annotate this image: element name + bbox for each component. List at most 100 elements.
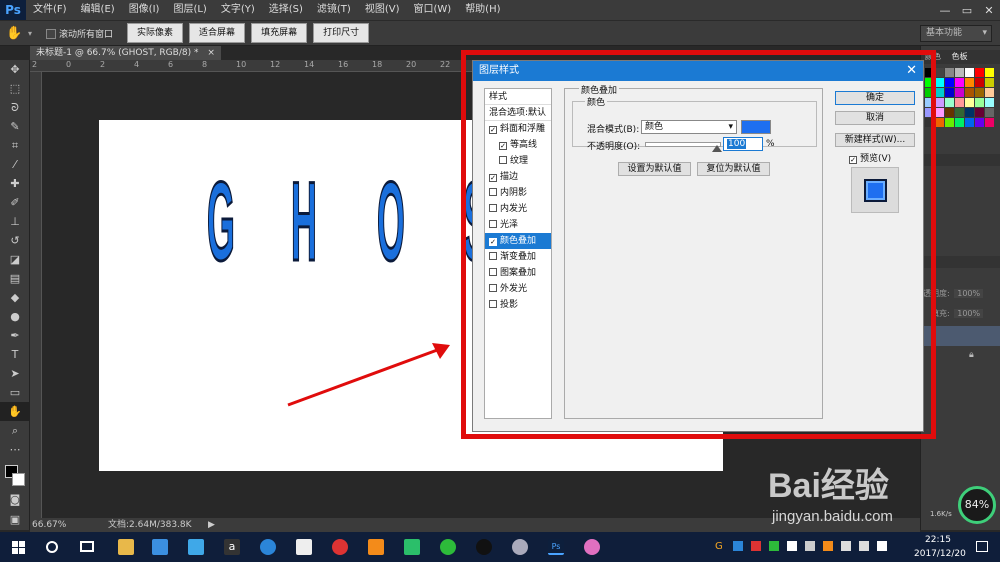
lasso-tool-icon[interactable]: ᘐ [0,98,30,117]
color-swatch[interactable] [975,78,984,87]
menu-edit[interactable]: 编辑(E) [74,0,122,20]
hand-tool-icon[interactable]: ✋ [0,402,30,421]
type-tool-icon[interactable]: T [0,345,30,364]
netease-music-icon[interactable] [332,539,348,555]
color-swatch[interactable] [985,98,994,107]
quick-select-tool-icon[interactable]: ✎ [0,117,30,136]
menu-select[interactable]: 选择(S) [262,0,310,20]
pen-tool-icon[interactable]: ✒ [0,326,30,345]
tray-icon[interactable] [787,541,797,551]
color-swatch[interactable] [965,98,974,107]
volume-tray-icon[interactable] [859,541,869,551]
mail-icon[interactable] [296,539,312,555]
healing-brush-tool-icon[interactable]: ✚ [0,174,30,193]
close-window-button[interactable]: ✕ [978,0,1000,20]
path-select-tool-icon[interactable]: ➤ [0,364,30,383]
color-swatch[interactable] [965,108,974,117]
color-swatch[interactable] [935,108,944,117]
actual-pixels-button[interactable]: 实际像素 [127,23,184,43]
more-tools-icon[interactable]: ⋯ [0,440,30,459]
color-swatch[interactable] [955,68,964,77]
qq-icon[interactable] [476,539,492,555]
tray-icon[interactable] [751,541,761,551]
network-tray-icon[interactable] [841,541,851,551]
screen-mode-icon[interactable]: ▣ [0,510,30,529]
tab-close-icon[interactable]: × [207,48,215,58]
color-swatch[interactable] [985,88,994,97]
workspace-select[interactable]: 基本功能 ▾ [920,25,992,42]
color-swatch[interactable] [935,68,944,77]
color-swatch[interactable] [965,68,974,77]
marquee-tool-icon[interactable]: ⬚ [0,79,30,98]
move-tool-icon[interactable]: ✥ [0,60,30,79]
color-swatch[interactable] [955,108,964,117]
windows-start-icon[interactable] [12,541,25,554]
ie-browser-icon[interactable] [260,539,276,555]
color-swatch[interactable] [975,118,984,127]
menu-view[interactable]: 视图(V) [358,0,407,20]
layer-opacity-field[interactable]: 100% [954,289,984,298]
gradient-tool-icon[interactable]: ▤ [0,269,30,288]
swatches-panel-tab[interactable]: 色板 [952,52,968,61]
quick-mask-icon[interactable]: ◙ [0,490,30,509]
clock-date[interactable]: 2017/12/20 [914,549,966,559]
eraser-tool-icon[interactable]: ◪ [0,250,30,269]
color-swatch[interactable] [945,68,954,77]
menu-type[interactable]: 文字(Y) [214,0,262,20]
color-swatch[interactable] [935,118,944,127]
shield-tray-icon[interactable] [733,541,743,551]
color-swatch[interactable] [945,78,954,87]
video-player-icon[interactable] [404,539,420,555]
tray-icon[interactable] [805,541,815,551]
layer-fill-field[interactable]: 100% [954,309,984,318]
tool-preset-chevron-icon[interactable]: ▾ [28,29,32,38]
dodge-tool-icon[interactable]: ● [0,307,30,326]
menu-image[interactable]: 图像(I) [122,0,167,20]
clock-time[interactable]: 22:15 [925,535,951,545]
color-swatch[interactable] [975,88,984,97]
status-menu-arrow-icon[interactable]: ▶ [208,518,215,532]
color-swatch[interactable] [935,88,944,97]
wechat-icon[interactable] [440,539,456,555]
blur-tool-icon[interactable]: ◆ [0,288,30,307]
color-swatch[interactable] [955,118,964,127]
menu-window[interactable]: 窗口(W) [406,0,458,20]
color-swatch[interactable] [965,118,974,127]
color-swatch[interactable] [965,78,974,87]
history-brush-tool-icon[interactable]: ↺ [0,231,30,250]
paint-app-icon[interactable] [584,539,600,555]
photoshop-taskbar-icon[interactable]: Ps [548,539,564,555]
background-color-swatch[interactable] [12,473,25,486]
tray-icon[interactable] [769,541,779,551]
restore-button[interactable]: ▭ [956,0,978,20]
menu-layer[interactable]: 图层(L) [166,0,213,20]
color-swatch[interactable] [985,78,994,87]
globe-app-icon[interactable] [512,539,528,555]
color-swatch[interactable] [955,98,964,107]
color-swatch[interactable] [985,68,994,77]
brush-tool-icon[interactable]: ✐ [0,193,30,212]
color-swatch[interactable] [955,88,964,97]
file-explorer-icon[interactable] [118,539,134,555]
eyedropper-tool-icon[interactable]: ⁄ [0,155,30,174]
color-swatch[interactable] [975,108,984,117]
fit-screen-button[interactable]: 适合屏幕 [189,23,246,43]
color-swatch[interactable] [935,98,944,107]
zoom-level[interactable]: 66.67% [32,518,66,532]
scroll-all-windows-checkbox[interactable]: 滚动所有窗口 [46,27,113,40]
shape-tool-icon[interactable]: ▭ [0,383,30,402]
color-swatch[interactable] [965,88,974,97]
color-swatch[interactable] [945,98,954,107]
tray-icon[interactable] [823,541,833,551]
color-swatch[interactable] [955,78,964,87]
color-swatch[interactable] [945,88,954,97]
computer-icon[interactable] [188,539,204,555]
notifications-icon[interactable] [976,541,988,552]
zoom-tool-icon[interactable]: ⌕ [0,421,30,440]
amazon-icon[interactable]: a [224,539,240,555]
menu-file[interactable]: 文件(F) [26,0,74,20]
menu-filter[interactable]: 滤镜(T) [310,0,358,20]
menu-help[interactable]: 帮助(H) [458,0,507,20]
color-swatch[interactable] [935,78,944,87]
print-size-button[interactable]: 打印尺寸 [313,23,370,43]
